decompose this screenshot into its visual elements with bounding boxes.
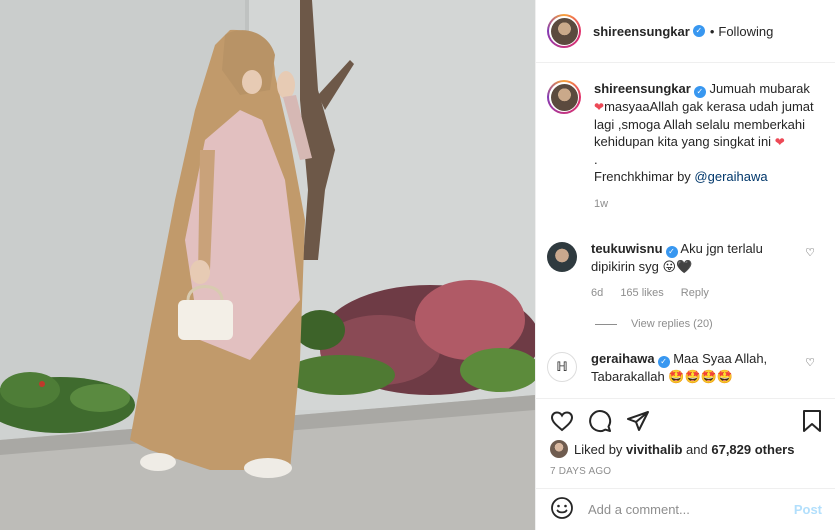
likes-prefix: Liked by [574,441,623,457]
author-username[interactable]: shireensungkar [593,24,690,39]
comment-item: ℍ geraihawa ✓ Maa Syaa Allah, Tabarakalla… [547,350,827,385]
caption: shireensungkar ✓ Jumuah mubarak ❤masyaaAl… [547,80,827,213]
heart-outline-icon[interactable] [550,409,574,433]
view-replies-label: View replies (20) [631,318,713,330]
comment-bubble-icon[interactable] [588,409,612,433]
verified-badge-icon: ✓ [692,25,705,37]
post-detail-panel: shireensungkar ✓ • Following shireensung… [535,0,835,530]
post-button[interactable]: Post [794,502,822,517]
paper-plane-icon[interactable] [626,409,650,433]
caption-avatar[interactable] [547,80,581,114]
comment-input[interactable]: Add a comment... [588,502,794,517]
verified-badge-icon: ✓ [657,356,670,368]
comments-list[interactable]: shireensungkar ✓ Jumuah mubarak ❤masyaaAl… [536,64,835,398]
replies-divider [595,323,617,325]
likes-summary[interactable]: Liked by vivithalib and 67,829 others [550,440,794,458]
red-heart-emoji: ❤ [594,100,605,114]
comment-username[interactable]: geraihawa [591,351,655,366]
caption-line1: Jumuah mubarak [709,81,810,96]
comment-like-heart-icon[interactable]: ♡ [805,356,815,369]
comment-emoji: 🤩🤩🤩🤩 [668,369,734,384]
likes-middle: and [686,441,708,457]
liker-avatar[interactable] [550,440,568,458]
comment-username[interactable]: teukuwisnu [591,241,663,256]
bookmark-icon[interactable] [800,409,824,433]
separator-dot: • [709,23,715,39]
post-actions: Liked by vivithalib and 67,829 others 7 … [536,398,835,488]
mention-link[interactable]: @geraihawa [694,169,767,184]
commenter-avatar[interactable]: ℍ [547,352,577,382]
liker-username[interactable]: vivithalib [626,442,682,457]
posted-time[interactable]: 7 DAYS AGO [550,466,611,477]
following-button[interactable]: Following [718,24,773,39]
add-comment-bar: Add a comment... Post [536,488,835,530]
caption-age[interactable]: 1w [594,196,816,213]
commenter-avatar[interactable] [547,242,577,272]
comment-likes[interactable]: 165 likes [620,287,663,299]
comment-age[interactable]: 6d [591,287,603,299]
likes-count[interactable]: 67,829 others [711,442,794,457]
post-photo[interactable] [0,0,535,530]
smiley-icon[interactable] [550,496,574,523]
comment-item: teukuwisnu ✓ Aku jgn terlalu dipikirin sy… [547,240,827,302]
caption-username[interactable]: shireensungkar [594,81,691,96]
caption-dot: . [594,152,598,167]
reply-button[interactable]: Reply [681,287,709,299]
comment-like-heart-icon[interactable]: ♡ [805,246,815,259]
view-replies-button[interactable]: View replies (20) [595,318,713,330]
caption-line3: Frenchkhimar by [594,169,695,184]
verified-badge-icon: ✓ [693,86,706,98]
red-heart-emoji: ❤ [774,135,785,149]
comment-emoji: 😛🖤 [662,259,693,274]
post-image [0,0,535,530]
post-header: shireensungkar ✓ • Following [536,0,835,63]
verified-badge-icon: ✓ [665,246,678,258]
author-avatar[interactable] [547,14,581,48]
